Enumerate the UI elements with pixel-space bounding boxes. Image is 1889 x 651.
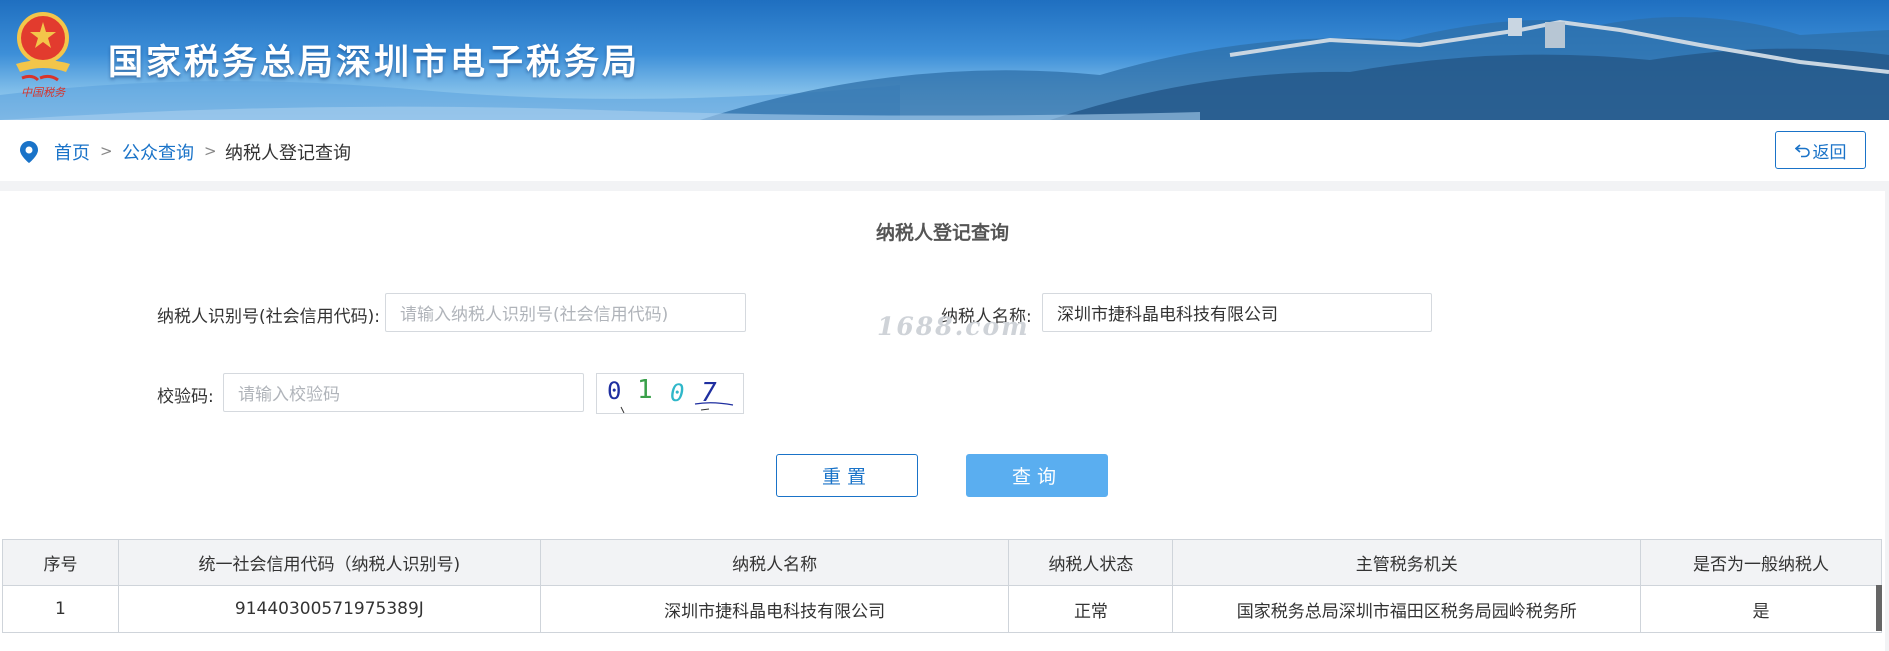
general-taxpayer-cell: 是: [1640, 585, 1882, 633]
site-title: 国家税务总局深圳市电子税务局: [108, 43, 641, 83]
captcha-label: 校验码:: [157, 387, 214, 407]
taxpayer-status-cell: 正常: [1008, 585, 1174, 633]
query-panel: 纳税人登记查询 纳税人识别号(社会信用代码): 请输入纳税人识别号(社会信用代码…: [0, 191, 1885, 651]
column-header: 纳税人状态: [1008, 539, 1174, 586]
captcha-image[interactable]: 0 1 0 7: [596, 373, 744, 414]
breadcrumb-current: 纳税人登记查询: [225, 143, 351, 164]
breadcrumb-home-link[interactable]: 首页: [54, 139, 90, 165]
watermark: 1688.com: [877, 312, 1030, 341]
results-table: 序号 统一社会信用代码（纳税人识别号) 纳税人名称 纳税人状态 主管税务机关 是…: [2, 539, 1882, 633]
breadcrumb: 首页 > 公众查询 > 纳税人登记查询: [0, 120, 1889, 181]
taxpayer-name-input[interactable]: 深圳市捷科晶电科技有限公司: [1042, 293, 1432, 332]
form-title: 纳税人登记查询: [875, 222, 1009, 244]
captcha-input[interactable]: 请输入校验码: [223, 373, 584, 412]
breadcrumb-separator: >: [204, 142, 217, 160]
column-header: 序号: [2, 539, 119, 586]
taxpayer-name-cell: 深圳市捷科晶电科技有限公司: [539, 585, 1010, 633]
undo-icon: [1794, 144, 1810, 158]
credit-code-cell: 91440300571975389J: [117, 585, 541, 633]
back-button[interactable]: 返回: [1775, 131, 1866, 169]
breadcrumb-separator: >: [100, 142, 113, 160]
tax-emblem-icon: 中国税务: [16, 12, 70, 99]
column-header: 纳税人名称: [539, 539, 1010, 586]
taxpayer-id-input[interactable]: 请输入纳税人识别号(社会信用代码): [385, 293, 746, 332]
emblem-caption: 中国税务: [21, 86, 66, 99]
tax-authority-cell: 国家税务总局深圳市福田区税务局园岭税务所: [1172, 585, 1642, 633]
row-index: 1: [2, 585, 119, 633]
breadcrumb-public-query-link[interactable]: 公众查询: [122, 139, 194, 165]
table-row: 1 91440300571975389J 深圳市捷科晶电科技有限公司 正常 国家…: [2, 585, 1882, 633]
header-banner: 中国税务 国家税务总局深圳市电子税务局: [0, 0, 1889, 120]
location-pin-icon: [20, 141, 38, 163]
svg-text:0: 0: [607, 377, 621, 405]
reset-button[interactable]: 重置: [776, 454, 918, 497]
back-button-label: 返回: [1812, 142, 1847, 163]
svg-text:1: 1: [637, 375, 653, 405]
svg-text:0: 0: [670, 379, 684, 407]
taxpayer-id-label: 纳税人识别号(社会信用代码):: [157, 307, 380, 327]
column-header: 是否为一般纳税人: [1640, 539, 1882, 586]
query-button[interactable]: 查询: [966, 454, 1108, 497]
column-header: 统一社会信用代码（纳税人识别号): [117, 539, 541, 586]
table-scrollbar[interactable]: [1876, 585, 1882, 631]
column-header: 主管税务机关: [1172, 539, 1642, 586]
table-header-row: 序号 统一社会信用代码（纳税人识别号) 纳税人名称 纳税人状态 主管税务机关 是…: [2, 539, 1882, 586]
